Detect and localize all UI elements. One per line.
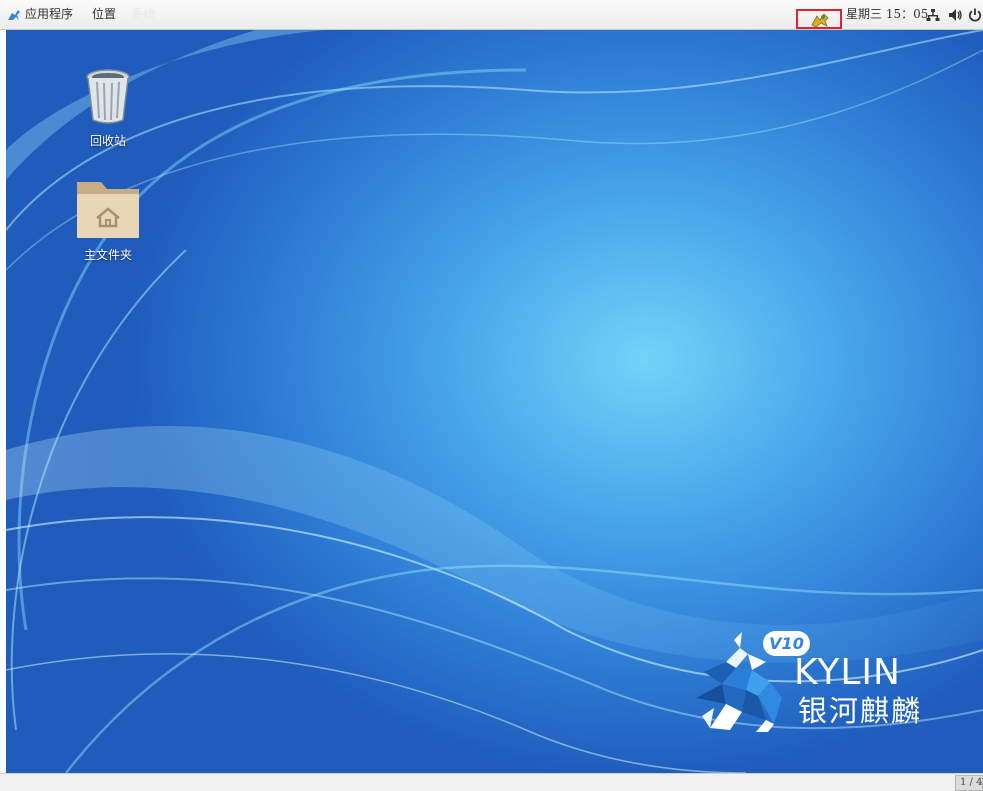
desktop-icon-trash[interactable]: 回收站 (68, 68, 148, 149)
system-menu[interactable]: 系统 (131, 0, 155, 29)
network-icon[interactable] (926, 8, 940, 22)
brand-name: KYLIN (794, 652, 901, 693)
desktop-icon-home-folder[interactable]: 主文件夹 (68, 178, 148, 263)
bottom-panel: 1 / 4 (0, 773, 983, 791)
applications-menu[interactable]: 应用程序 (25, 0, 73, 29)
clock[interactable]: 星期三 15：05 (846, 0, 928, 29)
tray-app-icon-highlight[interactable] (796, 9, 842, 29)
kylin-logo: V10 KYLIN 银河麒麟 (696, 630, 946, 740)
trash-icon (86, 69, 130, 124)
tray-app-icon (811, 13, 829, 28)
kylin-menu-icon[interactable] (6, 8, 22, 22)
volume-icon[interactable] (948, 8, 962, 22)
desktop[interactable]: 回收站 主文件夹 V10 KYLIN 银河麒麟 (6, 30, 983, 773)
brand-name-chinese: 银河麒麟 (798, 694, 923, 728)
workspace-switcher[interactable]: 1 / 4 (955, 775, 983, 791)
desktop-icon-label: 回收站 (89, 134, 126, 148)
top-panel: 应用程序 位置 系统 星期三 15：05 (0, 0, 983, 30)
desktop-icon-label: 主文件夹 (83, 248, 132, 262)
home-folder-icon (77, 182, 139, 238)
power-icon[interactable] (968, 8, 982, 22)
places-menu[interactable]: 位置 (92, 0, 116, 29)
